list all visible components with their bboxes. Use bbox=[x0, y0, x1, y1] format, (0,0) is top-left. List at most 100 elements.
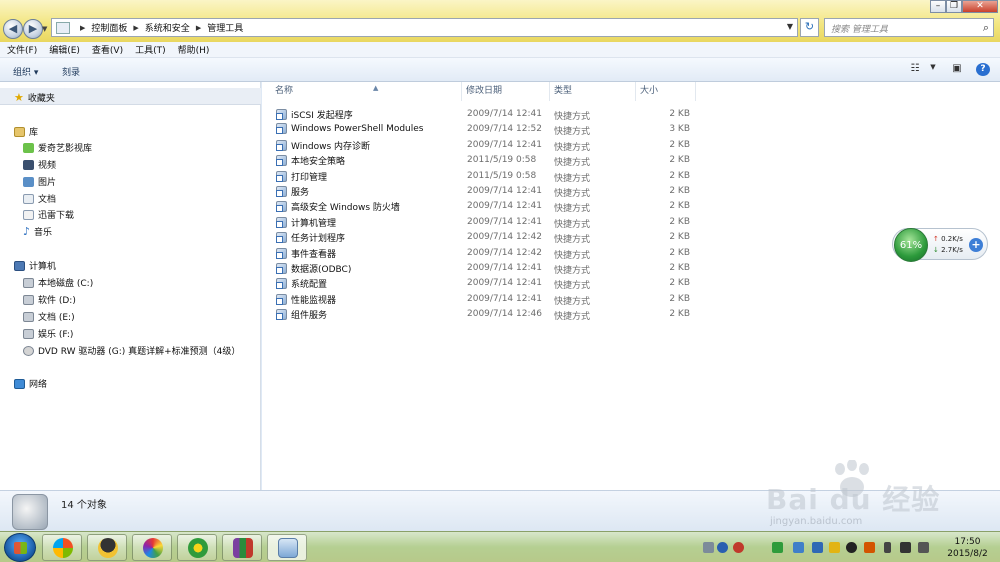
shortcut-icon bbox=[276, 247, 287, 259]
help-tray-icon[interactable] bbox=[717, 542, 728, 553]
address-bar[interactable]: ▶ 控制面板 ▶ 系统和安全 ▶ 管理工具 ▼ bbox=[51, 18, 798, 37]
shortcut-icon bbox=[276, 216, 287, 228]
preview-pane-icon[interactable]: ▣ bbox=[950, 63, 964, 76]
back-icon[interactable]: ◀ bbox=[3, 19, 23, 39]
column-header-modified[interactable]: 修改日期 bbox=[462, 82, 550, 101]
file-type: 快捷方式 bbox=[554, 112, 591, 122]
nav-library-item[interactable]: 迅雷下载 bbox=[23, 208, 74, 221]
file-row[interactable]: 数据源(ODBC) 2009/7/14 12:41 快捷方式 2 KB bbox=[262, 260, 1000, 276]
breadcrumb-item[interactable]: 系统和安全 bbox=[145, 21, 190, 34]
close-button[interactable]: ✕ bbox=[962, 0, 998, 13]
shortcut-icon bbox=[276, 232, 287, 244]
file-row[interactable]: Windows 内存诊断 2009/7/14 12:41 快捷方式 2 KB bbox=[262, 137, 1000, 153]
nav-drive[interactable]: 本地磁盘 (C:) bbox=[23, 276, 93, 289]
navigation-pane: ★ 收藏夹 库 爱奇艺影视库 视频 图片 文档 迅雷下载 ♪ 音乐 计算机 本地… bbox=[0, 82, 261, 490]
refresh-icon[interactable]: ↻ bbox=[800, 18, 819, 37]
qq-tray-icon[interactable] bbox=[846, 542, 857, 553]
file-row[interactable]: 任务计划程序 2009/7/14 12:42 快捷方式 2 KB bbox=[262, 229, 1000, 245]
nav-library-item[interactable]: 图片 bbox=[23, 175, 56, 188]
file-row[interactable]: 性能监视器 2009/7/14 12:41 快捷方式 2 KB bbox=[262, 291, 1000, 307]
taskbar-app[interactable] bbox=[87, 534, 127, 561]
column-name-label: 名称 bbox=[275, 86, 294, 96]
menu-view[interactable]: 查看(V) bbox=[92, 43, 123, 56]
wifi-icon[interactable] bbox=[772, 542, 783, 553]
file-row[interactable]: 打印管理 2011/5/19 0:58 快捷方式 2 KB bbox=[262, 168, 1000, 184]
breadcrumb-item[interactable]: 控制面板 bbox=[91, 21, 127, 34]
breadcrumb-arrow-icon[interactable]: ▶ bbox=[80, 24, 85, 32]
help-icon[interactable]: ? bbox=[976, 63, 990, 76]
restore-button[interactable]: ❐ bbox=[946, 0, 962, 13]
view-options-icon[interactable]: ☷ bbox=[908, 63, 922, 76]
minimize-button[interactable]: – bbox=[930, 0, 946, 13]
file-size: 2 KB bbox=[669, 293, 690, 304]
network-speed-widget[interactable]: 61% ↑ 0.2K/s ↓ 2.7K/s + bbox=[892, 228, 988, 262]
menu-edit[interactable]: 编辑(E) bbox=[49, 43, 80, 56]
nav-computer[interactable]: 计算机 bbox=[14, 259, 56, 272]
system-clock[interactable]: 17:50 2015/8/2 bbox=[940, 536, 995, 560]
nav-drive[interactable]: DVD RW 驱动器 (G:) 真题详解+标准预测（4级） bbox=[23, 344, 240, 357]
column-header-type[interactable]: 类型 bbox=[550, 82, 636, 101]
nav-library-item[interactable]: 文档 bbox=[23, 192, 56, 205]
taskbar-app[interactable] bbox=[222, 534, 262, 561]
breadcrumb-item[interactable]: 管理工具 bbox=[207, 21, 243, 34]
nav-libraries[interactable]: 库 bbox=[14, 125, 38, 138]
menu-tools[interactable]: 工具(T) bbox=[135, 43, 166, 56]
file-row[interactable]: iSCSI 发起程序 2009/7/14 12:41 快捷方式 2 KB bbox=[262, 106, 1000, 122]
column-header-name[interactable]: 名称 ▲ bbox=[271, 82, 462, 101]
taskbar-app[interactable] bbox=[42, 534, 82, 561]
file-row[interactable]: 系统配置 2009/7/14 12:41 快捷方式 2 KB bbox=[262, 275, 1000, 292]
volume-icon[interactable] bbox=[918, 542, 929, 553]
flag-tray-icon[interactable] bbox=[864, 542, 875, 553]
color-wheel-icon bbox=[143, 538, 163, 558]
nav-favorites[interactable]: ★ 收藏夹 bbox=[14, 91, 55, 104]
view-dropdown-icon[interactable]: ▼ bbox=[926, 63, 940, 76]
nav-network[interactable]: 网络 bbox=[14, 377, 47, 390]
nav-library-label: 爱奇艺影视库 bbox=[38, 144, 93, 154]
nav-library-item[interactable]: ♪ 音乐 bbox=[23, 225, 52, 238]
taskbar-app[interactable] bbox=[132, 534, 172, 561]
iqiyi-icon bbox=[23, 142, 34, 153]
nav-drive[interactable]: 软件 (D:) bbox=[23, 293, 76, 306]
file-row[interactable]: 服务 2009/7/14 12:41 快捷方式 2 KB bbox=[262, 183, 1000, 199]
nav-library-item[interactable]: 爱奇艺影视库 bbox=[23, 141, 92, 154]
menu-help[interactable]: 帮助(H) bbox=[178, 43, 210, 56]
add-icon[interactable]: + bbox=[969, 238, 983, 252]
breadcrumb-arrow-icon[interactable]: ▶ bbox=[196, 24, 201, 32]
file-size: 2 KB bbox=[669, 232, 690, 243]
nav-library-label: 图片 bbox=[38, 178, 57, 188]
search-input[interactable]: 搜索 管理工具 ⌕ bbox=[824, 18, 994, 37]
file-name: 本地安全策略 bbox=[291, 157, 346, 168]
history-dropdown-icon[interactable]: ▼ bbox=[42, 25, 47, 33]
file-row[interactable]: 计算机管理 2009/7/14 12:41 快捷方式 2 KB bbox=[262, 214, 1000, 230]
file-row[interactable]: 事件查看器 2009/7/14 12:42 快捷方式 2 KB bbox=[262, 245, 1000, 261]
security-tray-icon[interactable] bbox=[812, 542, 823, 553]
taskbar-app-active[interactable] bbox=[267, 534, 307, 561]
search-icon[interactable]: ⌕ bbox=[983, 21, 989, 35]
file-row[interactable]: 本地安全策略 2011/5/19 0:58 快捷方式 2 KB bbox=[262, 152, 1000, 168]
nav-drive[interactable]: 娱乐 (F:) bbox=[23, 327, 73, 340]
drive-icon bbox=[23, 311, 34, 322]
battery-icon[interactable] bbox=[884, 542, 891, 553]
file-row[interactable]: 高级安全 Windows 防火墙 2009/7/14 12:41 快捷方式 2 KB bbox=[262, 198, 1000, 214]
burn-button[interactable]: 刻录 bbox=[62, 65, 80, 78]
shield-icon[interactable] bbox=[793, 542, 804, 553]
column-header-size[interactable]: 大小 bbox=[636, 82, 696, 101]
menu-file[interactable]: 文件(F) bbox=[7, 43, 37, 56]
control-panel-icon bbox=[278, 538, 298, 558]
breadcrumb-arrow-icon[interactable]: ▶ bbox=[133, 24, 138, 32]
keyboard-icon[interactable] bbox=[703, 542, 714, 553]
signal-icon[interactable] bbox=[900, 542, 911, 553]
guard-tray-icon[interactable] bbox=[829, 542, 840, 553]
start-button[interactable] bbox=[4, 533, 36, 562]
taskbar-app[interactable] bbox=[177, 534, 217, 561]
organize-button[interactable]: 组织 ▾ bbox=[13, 65, 38, 78]
file-row[interactable]: Windows PowerShell Modules 2009/7/14 12:5… bbox=[262, 121, 1000, 137]
address-dropdown-icon[interactable]: ▼ bbox=[787, 22, 793, 31]
forward-icon[interactable]: ▶ bbox=[23, 19, 43, 39]
nav-library-item[interactable]: 视频 bbox=[23, 158, 56, 171]
file-type: 快捷方式 bbox=[554, 281, 591, 292]
nav-drive[interactable]: 文档 (E:) bbox=[23, 310, 75, 323]
alert-tray-icon[interactable] bbox=[733, 542, 744, 553]
file-name: 打印管理 bbox=[291, 172, 328, 183]
file-row[interactable]: 组件服务 2009/7/14 12:46 快捷方式 2 KB bbox=[262, 306, 1000, 322]
